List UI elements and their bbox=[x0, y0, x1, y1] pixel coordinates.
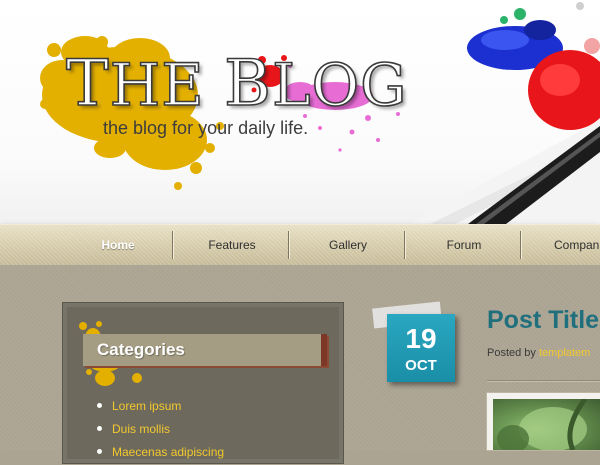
site-logo-title[interactable]: THE BLOG bbox=[65, 51, 408, 119]
post-date-day: 19 bbox=[405, 323, 437, 354]
post-meta: Posted by templatem bbox=[487, 347, 590, 359]
logo-title-rest-2: LOG bbox=[271, 51, 408, 119]
nav-item-features[interactable]: Features bbox=[174, 225, 290, 265]
nav-divider bbox=[288, 231, 289, 259]
category-item[interactable]: Duis mollis bbox=[96, 419, 224, 442]
site-tagline: the blog for your daily life. bbox=[103, 118, 309, 138]
nav-item-forum[interactable]: Forum bbox=[406, 225, 522, 265]
post-date-badge: 19 OCT bbox=[387, 314, 455, 382]
post-date-month: OCT bbox=[405, 357, 437, 374]
category-label: Maecenas adipiscing bbox=[112, 445, 225, 459]
post-thumbnail-photo bbox=[493, 399, 600, 450]
post-title-link[interactable]: Post Title bbox=[487, 306, 599, 335]
nav-item-company[interactable]: Compan bbox=[522, 225, 600, 265]
bullet-icon bbox=[97, 426, 102, 431]
header-banner: THE BLOG the blog for your daily life. bbox=[0, 0, 600, 224]
nav-item-gallery[interactable]: Gallery bbox=[290, 225, 406, 265]
categories-list: Lorem ipsum Duis mollis Maecenas adipisc… bbox=[96, 396, 224, 465]
leaf-photo-icon bbox=[497, 399, 588, 450]
logo-title-rest-1: HE bbox=[109, 51, 205, 119]
category-item[interactable]: Maecenas adipiscing bbox=[96, 442, 224, 465]
categories-title: Categories bbox=[97, 340, 185, 359]
logo-title-cap-1: T bbox=[65, 47, 110, 121]
post-author-link[interactable]: templatem bbox=[539, 347, 590, 359]
nav-item-home[interactable]: Home bbox=[60, 225, 176, 265]
bullet-icon bbox=[97, 403, 102, 408]
nav-divider bbox=[520, 231, 521, 259]
logo-title-cap-2: B bbox=[223, 47, 273, 121]
nav-divider bbox=[172, 231, 173, 259]
category-label: Lorem ipsum bbox=[112, 399, 182, 413]
post-divider bbox=[487, 380, 600, 381]
main-nav: Home Features Gallery Forum Compan bbox=[0, 224, 600, 266]
posted-by-label: Posted by bbox=[487, 347, 539, 359]
category-label: Duis mollis bbox=[112, 422, 171, 436]
category-item[interactable]: Lorem ipsum bbox=[96, 396, 224, 419]
nav-divider bbox=[404, 231, 405, 259]
post-thumbnail-image[interactable] bbox=[487, 393, 600, 450]
